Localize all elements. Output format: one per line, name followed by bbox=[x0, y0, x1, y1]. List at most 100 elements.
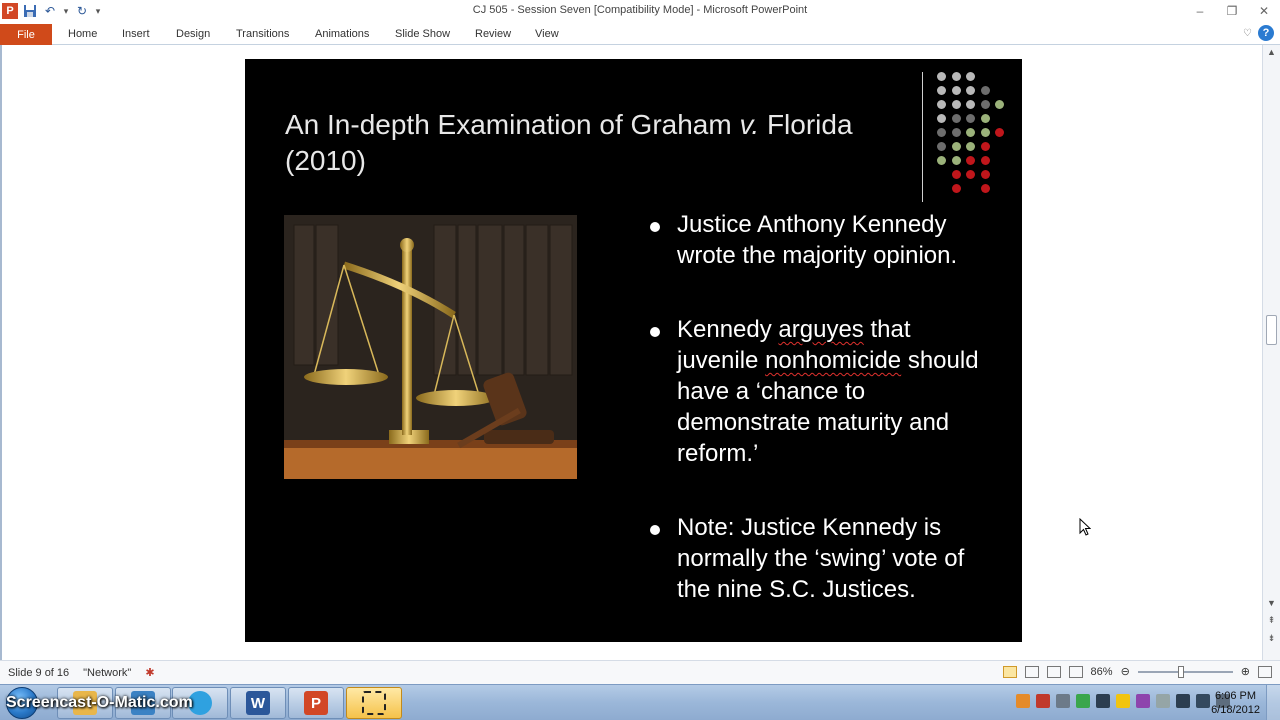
system-tray bbox=[1016, 694, 1230, 708]
windows-taskbar: W P Screencast-O-Matic.com 6:06 PM 6/18/… bbox=[0, 684, 1280, 720]
shield-icon[interactable] bbox=[1116, 694, 1130, 708]
taskbar-powerpoint[interactable]: P bbox=[288, 687, 344, 719]
clock-date: 6/18/2012 bbox=[1211, 704, 1260, 716]
tab-home[interactable]: Home bbox=[68, 28, 97, 40]
status-bar-left: Slide 9 of 16 "Network" ✱ bbox=[8, 666, 155, 680]
tray-app-icon[interactable] bbox=[1056, 694, 1070, 708]
decorative-dot bbox=[966, 86, 975, 95]
bullet-dot-icon bbox=[650, 327, 660, 337]
tab-animations[interactable]: Animations bbox=[315, 28, 369, 40]
decorative-dot bbox=[966, 170, 975, 179]
decorative-dot bbox=[951, 100, 961, 109]
scroll-up-icon[interactable]: ▲ bbox=[1263, 45, 1280, 59]
tab-design[interactable]: Design bbox=[176, 28, 210, 40]
tray-app-icon[interactable] bbox=[1136, 694, 1150, 708]
decorative-dot bbox=[937, 100, 946, 109]
taskbar-word[interactable]: W bbox=[230, 687, 286, 719]
tab-transitions[interactable]: Transitions bbox=[236, 28, 289, 40]
scrollbar-thumb[interactable] bbox=[1266, 315, 1277, 345]
reading-view-icon[interactable] bbox=[1046, 665, 1061, 678]
minimize-ribbon-icon[interactable]: ♡ bbox=[1243, 28, 1252, 39]
tab-view[interactable]: View bbox=[535, 28, 559, 40]
scroll-down-icon[interactable]: ▼ bbox=[1263, 596, 1280, 610]
decorative-dot bbox=[937, 142, 946, 151]
slide-sorter-icon[interactable] bbox=[1024, 665, 1039, 678]
decorative-dot bbox=[966, 114, 975, 123]
decorative-dot bbox=[980, 184, 990, 193]
security-tray-icon[interactable] bbox=[1076, 694, 1090, 708]
tray-app-icon[interactable] bbox=[1096, 694, 1110, 708]
bullet-dot-icon bbox=[650, 222, 660, 232]
decorative-dot bbox=[951, 114, 961, 123]
network-icon[interactable] bbox=[1156, 694, 1170, 708]
status-bar: Slide 9 of 16 "Network" ✱ 86% ⊖ ⊕ bbox=[0, 660, 1280, 684]
decorative-dot bbox=[951, 86, 961, 95]
slide-title-text: An In-depth Examination of Graham bbox=[285, 109, 740, 140]
system-clock[interactable]: 6:06 PM 6/18/2012 bbox=[1211, 689, 1260, 717]
bullet-item: Kennedy arguyes that juvenile nonhomicid… bbox=[645, 314, 985, 469]
decorative-dot bbox=[951, 72, 961, 81]
decorative-dot bbox=[995, 100, 1004, 109]
slide-show-icon[interactable] bbox=[1068, 665, 1083, 678]
pdf-tray-icon[interactable] bbox=[1036, 694, 1050, 708]
bullet-dot-icon bbox=[650, 525, 660, 535]
decorative-dot bbox=[951, 170, 961, 179]
battery-icon[interactable] bbox=[1176, 694, 1190, 708]
decorative-dot bbox=[951, 128, 961, 137]
spelling-error-word[interactable]: nonhomicide bbox=[765, 347, 901, 374]
slide-title[interactable]: An In-depth Examination of Graham v. Flo… bbox=[285, 107, 910, 179]
zoom-out-icon[interactable]: ⊖ bbox=[1121, 665, 1130, 678]
spelling-error-word[interactable]: arguyes bbox=[778, 316, 863, 343]
tab-file[interactable]: File bbox=[0, 24, 52, 45]
decorative-dot bbox=[980, 170, 990, 179]
decorative-dot bbox=[951, 184, 961, 193]
scales-of-justice-image[interactable] bbox=[284, 215, 577, 479]
bullet-text: Kennedy arguyes that juvenile nonhomicid… bbox=[677, 316, 979, 467]
spell-check-icon[interactable]: ✱ bbox=[145, 666, 154, 679]
previous-slide-icon[interactable]: ⇞ bbox=[1263, 613, 1280, 627]
decorative-dot bbox=[937, 128, 946, 137]
normal-view-icon[interactable] bbox=[1002, 665, 1017, 678]
next-slide-icon[interactable]: ⇟ bbox=[1263, 631, 1280, 645]
window-controls: – ❐ ✕ bbox=[1184, 0, 1280, 22]
decorative-dot bbox=[937, 72, 946, 81]
tab-slide-show[interactable]: Slide Show bbox=[395, 28, 450, 40]
close-button[interactable]: ✕ bbox=[1248, 0, 1280, 22]
decorative-dot bbox=[980, 86, 990, 95]
decorative-dot bbox=[980, 114, 990, 123]
zoom-in-icon[interactable]: ⊕ bbox=[1241, 665, 1250, 678]
bullet-item: Note: Justice Kennedy is normally the ‘s… bbox=[645, 512, 985, 605]
zoom-slider[interactable] bbox=[1137, 665, 1233, 678]
ribbon-tabs: File Home Insert Design Transitions Anim… bbox=[0, 22, 1280, 45]
decorative-dot bbox=[937, 156, 946, 165]
bullet-text: Note: Justice Kennedy is normally the ‘s… bbox=[677, 514, 965, 603]
taskbar-screen-recorder[interactable] bbox=[346, 687, 402, 719]
window-title: CJ 505 - Session Seven [Compatibility Mo… bbox=[472, 4, 808, 16]
decorative-dot bbox=[966, 156, 975, 165]
bullet-list[interactable]: Justice Anthony Kennedy wrote the majori… bbox=[645, 209, 985, 642]
minimize-button[interactable]: – bbox=[1184, 0, 1216, 22]
bullet-item: Justice Anthony Kennedy wrote the majori… bbox=[645, 209, 985, 271]
decorative-dot bbox=[966, 72, 975, 81]
zoom-level[interactable]: 86% bbox=[1091, 666, 1113, 678]
decorative-dot bbox=[951, 156, 961, 165]
bullet-text: Justice Anthony Kennedy wrote the majori… bbox=[677, 211, 958, 269]
zoom-slider-thumb[interactable] bbox=[1177, 665, 1184, 678]
decorative-dot bbox=[980, 156, 990, 165]
show-desktop-button[interactable] bbox=[1266, 685, 1280, 720]
fit-to-window-icon[interactable] bbox=[1258, 665, 1272, 678]
slide-canvas[interactable]: An In-depth Examination of Graham v. Flo… bbox=[245, 59, 1022, 642]
decorative-dot bbox=[966, 128, 975, 137]
help-icon[interactable]: ? bbox=[1258, 25, 1274, 41]
tab-review[interactable]: Review bbox=[475, 28, 511, 40]
status-bar-right: 86% ⊖ ⊕ bbox=[1002, 665, 1272, 678]
mouse-cursor-icon bbox=[1079, 518, 1091, 536]
decorative-dot bbox=[980, 142, 990, 151]
restore-button[interactable]: ❐ bbox=[1216, 0, 1248, 22]
tab-insert[interactable]: Insert bbox=[122, 28, 150, 40]
word-app-icon: W bbox=[246, 691, 270, 715]
theme-name[interactable]: "Network" bbox=[83, 667, 131, 679]
tray-app-icon[interactable] bbox=[1016, 694, 1030, 708]
signal-icon[interactable] bbox=[1196, 694, 1210, 708]
vertical-scrollbar[interactable]: ▲ ▼ ⇞ ⇟ bbox=[1262, 45, 1280, 660]
